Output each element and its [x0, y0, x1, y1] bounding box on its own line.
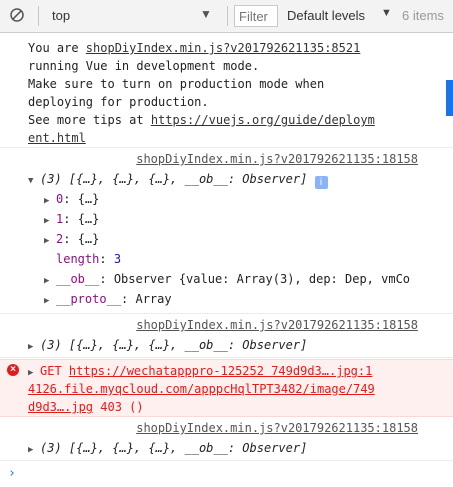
- network-error-message: × ▶ GET https://wechatapppro-125252 749d9…: [0, 359, 453, 417]
- array-summary[interactable]: ▶ (3) [{…}, {…}, {…}, __ob__: Observer]: [28, 336, 307, 356]
- error-url-link[interactable]: 4126.file.myqcloud.com/apppcHqlTPT3482/i…: [28, 382, 375, 396]
- summary-text: (3) [{…}, {…}, {…}, __ob__: Observer]: [40, 172, 308, 186]
- message-text: See more tips at: [28, 113, 151, 127]
- source-link[interactable]: shopDiyIndex.min.js?v201792621135:18158: [136, 152, 418, 166]
- toolbar-separator: [38, 6, 39, 26]
- console-toolbar: top ▼ Default levels ▼ 6 items: [0, 0, 453, 33]
- property-value: Observer {value: Array(3), dep: Dep, vmC…: [113, 272, 411, 286]
- length-property: length: 3: [56, 252, 122, 266]
- item-key: 1: [56, 212, 64, 226]
- array-log-collapsed: shopDiyIndex.min.js?v201792621135:18158 …: [0, 419, 453, 461]
- expand-triangle-icon[interactable]: ▶: [44, 192, 56, 210]
- property-key: __ob__: [56, 272, 100, 286]
- proto-property[interactable]: ▶ __proto__: Array: [44, 290, 172, 310]
- message-text: Make sure to turn on production mode whe…: [28, 77, 325, 91]
- expand-triangle-icon[interactable]: ▶: [44, 212, 56, 230]
- array-log-collapsed: shopDiyIndex.min.js?v201792621135:18158 …: [0, 316, 453, 358]
- error-method: GET: [40, 364, 69, 378]
- message-text: running Vue in development mode.: [28, 59, 260, 73]
- vue-dev-message: You are shopDiyIndex.min.js?v20179262113…: [0, 34, 453, 148]
- array-summary[interactable]: ▶ (3) [{…}, {…}, {…}, __ob__: Observer]: [28, 439, 307, 459]
- log-levels-selector[interactable]: Default levels: [287, 8, 365, 23]
- docs-link-cont[interactable]: ent.html: [28, 131, 86, 145]
- array-item[interactable]: ▶ 0: {…}: [44, 190, 99, 210]
- message-text: You are: [28, 41, 86, 55]
- issues-count[interactable]: 6 items: [402, 8, 444, 23]
- side-panel-tab[interactable]: [446, 80, 453, 116]
- array-item[interactable]: ▶ 2: {…}: [44, 230, 99, 250]
- source-link[interactable]: shopDiyIndex.min.js?v201792621135:18158: [136, 318, 418, 332]
- expand-triangle-icon[interactable]: ▶: [28, 338, 40, 356]
- item-value: {…}: [77, 212, 100, 226]
- array-item[interactable]: ▶ 1: {…}: [44, 210, 99, 230]
- expand-triangle-icon[interactable]: ▶: [28, 441, 40, 459]
- levels-dropdown-icon[interactable]: ▼: [381, 7, 392, 19]
- expand-triangle-icon[interactable]: ▶: [44, 272, 56, 290]
- error-icon: ×: [7, 364, 19, 376]
- summary-text: (3) [{…}, {…}, {…}, __ob__: Observer]: [40, 441, 308, 455]
- item-key: 2: [56, 232, 64, 246]
- clear-console-icon[interactable]: [9, 7, 25, 23]
- observer-property[interactable]: ▶ __ob__: Observer {value: Array(3), dep:…: [44, 270, 410, 290]
- array-log-expanded: shopDiyIndex.min.js?v201792621135:18158 …: [0, 150, 453, 314]
- context-dropdown-icon[interactable]: ▼: [200, 7, 212, 21]
- message-text: deploying for production.: [28, 95, 209, 109]
- property-value: 3: [113, 252, 122, 266]
- property-key: length: [56, 252, 100, 266]
- filter-input[interactable]: [234, 5, 278, 27]
- docs-link[interactable]: https://vuejs.org/guide/deploym: [151, 113, 375, 127]
- error-url-link[interactable]: https://wechatapppro-125252 749d9d3….jpg…: [69, 364, 372, 378]
- toolbar-separator: [227, 6, 228, 26]
- source-link[interactable]: shopDiyIndex.min.js?v201792621135:8521: [86, 41, 361, 55]
- error-url-link[interactable]: d9d3….jpg: [28, 400, 93, 414]
- expand-triangle-icon[interactable]: ▶: [44, 292, 56, 310]
- expand-triangle-icon[interactable]: ▶: [44, 232, 56, 250]
- item-key: 0: [56, 192, 64, 206]
- context-selector[interactable]: top: [52, 8, 70, 23]
- item-value: {…}: [77, 232, 100, 246]
- source-link[interactable]: shopDiyIndex.min.js?v201792621135:18158: [136, 421, 418, 435]
- property-value: Array: [135, 292, 172, 306]
- console-output[interactable]: You are shopDiyIndex.min.js?v20179262113…: [0, 34, 453, 487]
- collapse-triangle-icon[interactable]: ▼: [28, 172, 40, 190]
- console-prompt-icon[interactable]: ›: [8, 466, 16, 481]
- summary-text: (3) [{…}, {…}, {…}, __ob__: Observer]: [40, 338, 308, 352]
- error-status: 403 (): [93, 400, 144, 414]
- array-summary[interactable]: ▼ (3) [{…}, {…}, {…}, __ob__: Observer] i: [28, 170, 328, 190]
- item-value: {…}: [77, 192, 100, 206]
- info-icon[interactable]: i: [314, 176, 328, 189]
- property-key: __proto__: [56, 292, 122, 306]
